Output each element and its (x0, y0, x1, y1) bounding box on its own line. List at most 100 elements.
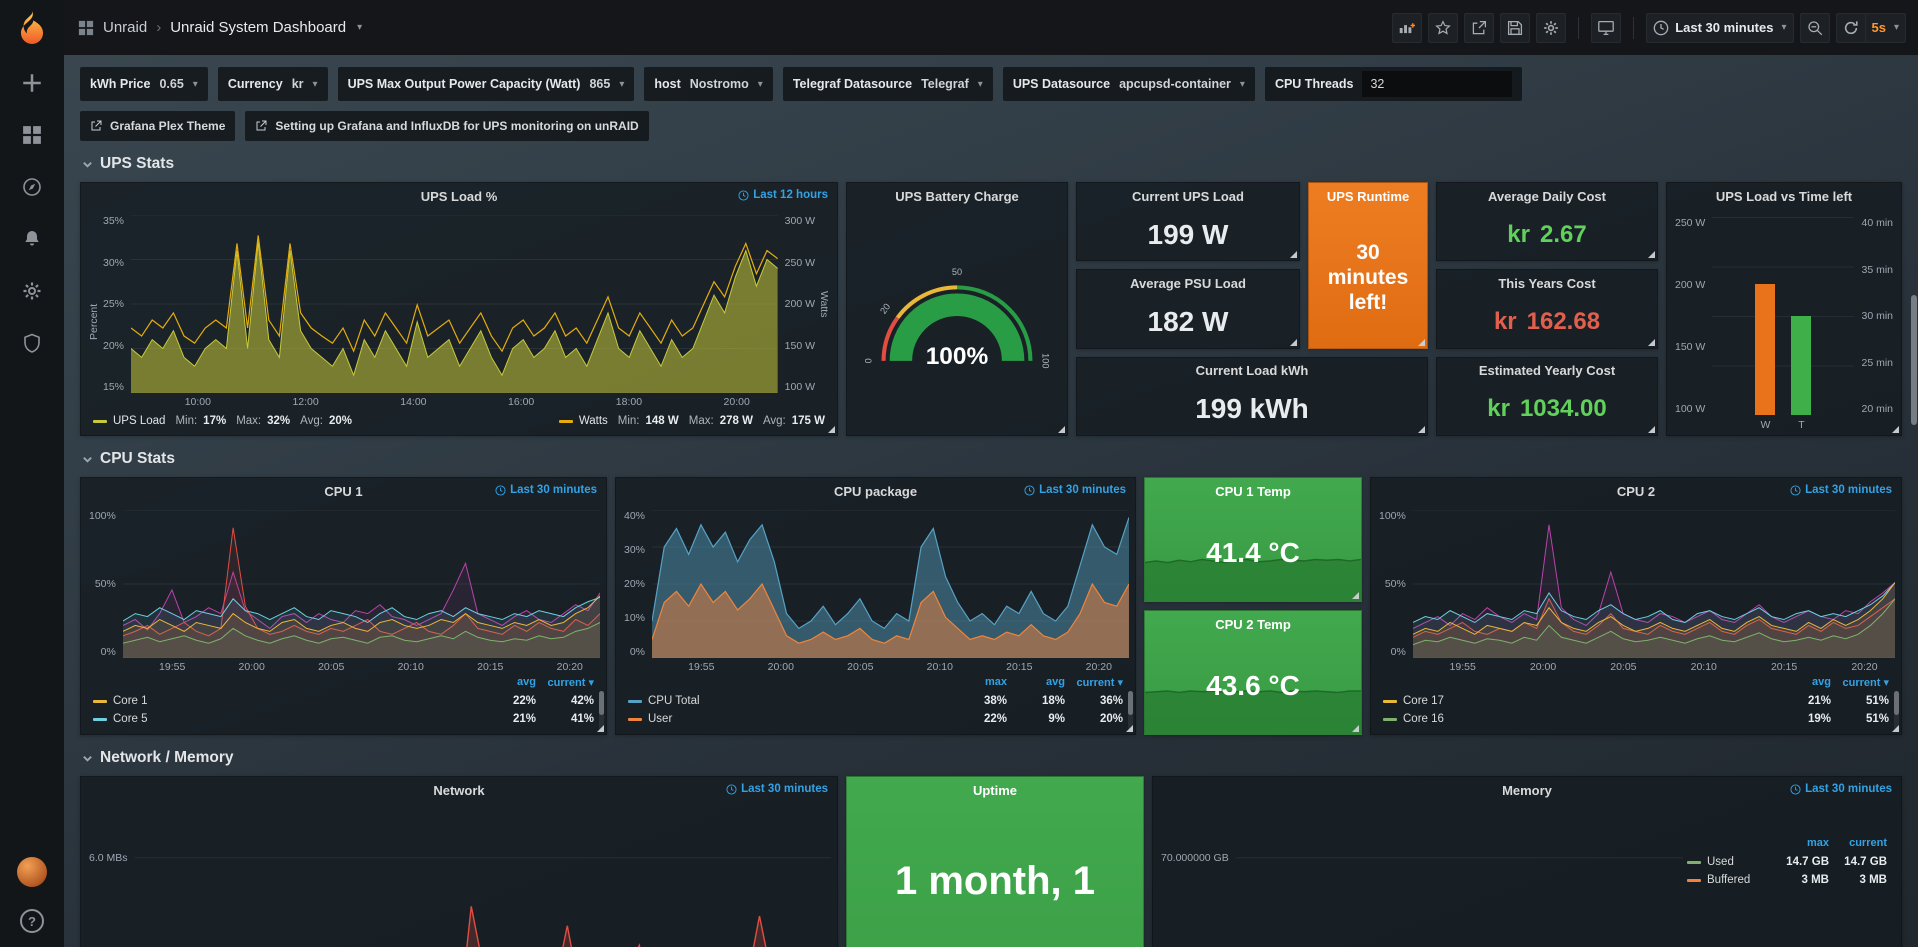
variable-value[interactable]: 865 (589, 77, 610, 91)
page-scrollbar[interactable] (1910, 55, 1918, 947)
panel-title[interactable]: Uptime (973, 783, 1017, 798)
variable-value[interactable]: 0.65 (159, 77, 183, 91)
dashboard-settings-button[interactable] (1536, 13, 1566, 43)
panel-title[interactable]: UPS Load % (421, 189, 498, 204)
panel-title[interactable]: CPU package (834, 484, 917, 499)
legend-row[interactable]: User22%9%20% (628, 710, 1123, 728)
breadcrumb[interactable]: Unraid › Unraid System Dashboard ▾ (78, 19, 362, 36)
series-name[interactable]: Core 16 (1403, 713, 1444, 725)
panel-title[interactable]: Estimated Yearly Cost (1479, 363, 1615, 378)
refresh-button[interactable] (1836, 13, 1866, 43)
legend-row[interactable]: Buffered3 MB3 MB (1687, 871, 1887, 889)
server-admin-icon[interactable] (21, 332, 43, 354)
chart-plot[interactable]: 10:0012:0014:0016:0018:0020:00 (131, 215, 778, 393)
dashboard-link[interactable]: Setting up Grafana and InfluxDB for UPS … (245, 111, 648, 141)
series-name[interactable]: UPS Load (113, 415, 165, 427)
variable-telegraf-datasource[interactable]: Telegraf DatasourceTelegraf▾ (783, 67, 993, 101)
panel-time-override[interactable]: Last 30 minutes (726, 783, 828, 795)
battery-gauge[interactable]: 02050100100% (847, 209, 1067, 435)
chart-plot[interactable]: 19:5520:0020:0520:1020:1520:20 (123, 510, 600, 658)
section-cpu-stats[interactable]: CPU Stats (82, 450, 1902, 468)
panel-title[interactable]: This Years Cost (1498, 276, 1595, 291)
panel-time-override[interactable]: Last 30 minutes (1790, 783, 1892, 795)
legend-row[interactable]: CPU Total38%18%36% (628, 692, 1123, 710)
panel-time-override[interactable]: Last 30 minutes (1024, 484, 1126, 496)
create-icon[interactable] (21, 72, 43, 94)
add-panel-button[interactable] (1392, 13, 1422, 43)
star-button[interactable] (1428, 13, 1458, 43)
chart-plot[interactable] (1236, 809, 1683, 947)
series-name[interactable]: Used (1707, 856, 1734, 868)
help-icon[interactable]: ? (20, 909, 44, 933)
legend-column-max[interactable]: max (1771, 837, 1829, 853)
dashboards-icon[interactable] (21, 124, 43, 146)
variable-host[interactable]: hostNostromo▾ (644, 67, 772, 101)
variable-currency[interactable]: Currencykr▾ (218, 67, 328, 101)
series-name[interactable]: User (648, 713, 672, 725)
variable-cpu-threads[interactable]: CPU Threads (1265, 67, 1523, 101)
time-range-picker[interactable]: Last 30 minutes ▾ (1646, 13, 1793, 43)
panel-title[interactable]: UPS Runtime (1327, 189, 1409, 204)
grafana-logo[interactable] (11, 8, 53, 50)
panel-title[interactable]: UPS Load vs Time left (1716, 189, 1852, 204)
series-name[interactable]: Core 5 (113, 713, 148, 725)
legend-row[interactable]: Core 122%42% (93, 692, 594, 710)
panel-title[interactable]: Memory (1502, 783, 1552, 798)
legend-column-avg[interactable]: avg (1773, 676, 1831, 692)
panel-title[interactable]: Average PSU Load (1130, 276, 1246, 291)
legend-column-current[interactable]: current ▾ (536, 676, 594, 692)
bar-T[interactable]: T (1791, 217, 1811, 415)
variable-kwh-price[interactable]: kWh Price0.65▾ (80, 67, 208, 101)
variable-value[interactable]: Telegraf (921, 77, 969, 91)
variable-ups-max-output-power-capacity-watt-[interactable]: UPS Max Output Power Capacity (Watt)865▾ (338, 67, 635, 101)
bar-value[interactable] (1791, 316, 1811, 415)
series-name[interactable]: Buffered (1707, 874, 1750, 886)
panel-time-override[interactable]: Last 30 minutes (1790, 484, 1892, 496)
variable-value[interactable]: apcupsd-container (1119, 77, 1231, 91)
avatar[interactable] (17, 857, 47, 887)
series-name[interactable]: Core 17 (1403, 695, 1444, 707)
series-name[interactable]: Watts (579, 415, 608, 427)
variable-input[interactable] (1362, 71, 1512, 97)
dashboard-title[interactable]: Unraid System Dashboard (170, 19, 346, 36)
legend-column-max[interactable]: max (949, 676, 1007, 692)
save-button[interactable] (1500, 13, 1530, 43)
scrollbar-thumb[interactable] (1911, 295, 1917, 425)
legend-row[interactable]: Used14.7 GB14.7 GB (1687, 853, 1887, 871)
chevron-down-icon[interactable]: ▾ (357, 22, 362, 33)
breadcrumb-app[interactable]: Unraid (103, 19, 147, 36)
panel-title[interactable]: CPU 1 (324, 484, 362, 499)
legend-item[interactable]: WattsMin:148 WMax:278 WAvg:175 W (559, 415, 825, 427)
panel-title[interactable]: Average Daily Cost (1488, 189, 1606, 204)
refresh-interval-picker[interactable]: 5s ▾ (1866, 13, 1907, 43)
legend-row[interactable]: Core 521%41% (93, 710, 594, 728)
chart-plot[interactable]: 19:5520:0020:0520:1020:1520:20 (1413, 510, 1895, 658)
legend-column-avg[interactable]: avg (478, 676, 536, 692)
bar-value[interactable] (1755, 284, 1775, 415)
chart-plot[interactable]: 19:5520:0020:0520:1020:1520:20 (652, 510, 1129, 658)
bar-W[interactable]: W (1755, 217, 1775, 415)
panel-title[interactable]: CPU 2 (1617, 484, 1655, 499)
panel-title[interactable]: Current UPS Load (1132, 189, 1244, 204)
panel-time-override[interactable]: Last 30 minutes (495, 484, 597, 496)
legend-column-current[interactable]: current (1829, 837, 1887, 853)
series-name[interactable]: CPU Total (648, 695, 700, 707)
alerting-icon[interactable] (21, 228, 43, 250)
configuration-icon[interactable] (21, 280, 43, 302)
legend-column-current[interactable]: current ▾ (1831, 676, 1889, 692)
variable-ups-datasource[interactable]: UPS Datasourceapcupsd-container▾ (1003, 67, 1255, 101)
panel-title[interactable]: UPS Battery Charge (895, 189, 1019, 204)
legend-row[interactable]: Core 1619%51% (1383, 710, 1889, 728)
panel-time-override[interactable]: Last 12 hours (738, 189, 828, 201)
tv-mode-button[interactable] (1591, 13, 1621, 43)
section-ups-stats[interactable]: UPS Stats (82, 155, 1902, 173)
variable-value[interactable]: Nostromo (690, 77, 749, 91)
panel-title[interactable]: Current Load kWh (1196, 363, 1309, 378)
legend-column-current[interactable]: current ▾ (1065, 676, 1123, 692)
variable-value[interactable]: kr (292, 77, 304, 91)
series-name[interactable]: Core 1 (113, 695, 148, 707)
section-network-memory[interactable]: Network / Memory (82, 749, 1902, 767)
legend-item[interactable]: UPS LoadMin:17%Max:32%Avg:20% (93, 415, 352, 427)
chart-plot[interactable] (135, 809, 831, 947)
legend-column-avg[interactable]: avg (1007, 676, 1065, 692)
